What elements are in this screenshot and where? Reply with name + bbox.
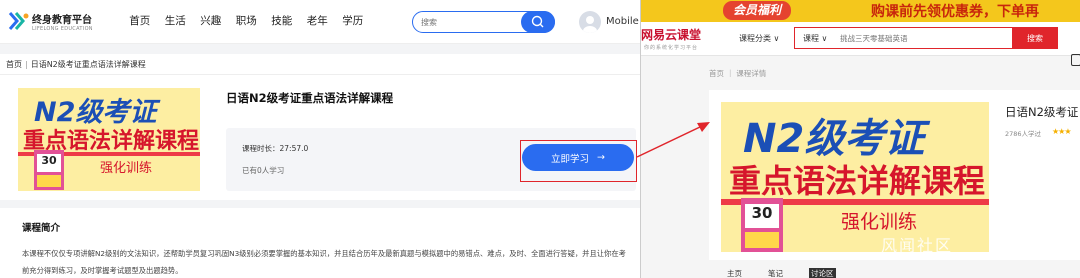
nav-item-life[interactable]: 生活 <box>158 13 194 28</box>
logo-subtitle: LIFELONG EDUCATION <box>32 26 93 32</box>
cover-main-text: 重点语法详解课程 <box>729 162 986 200</box>
nav-item-skills[interactable]: 技能 <box>264 13 300 28</box>
screenshot-composite: 终身教育平台 LIFELONG EDUCATION 首页 生活 兴趣 职场 技能… <box>0 0 1080 278</box>
search-category-select[interactable]: 课程 ∨ <box>803 33 827 44</box>
netease-course-cover: N2级考证 重点语法详解课程 强化训练 30 <box>721 102 989 252</box>
intro-heading: 课程简介 <box>22 223 61 234</box>
cover-book-band <box>37 175 61 187</box>
netease-logo-subtitle: 你的系统化学习平台 <box>644 45 699 51</box>
netease-search-button[interactable]: 搜索 <box>1012 27 1058 49</box>
user-name[interactable]: Mobile <box>606 16 639 27</box>
breadcrumb: 首页 | 日语N2级考证重点语法详解课程 <box>6 59 146 70</box>
course-duration: 课程时长：27:57.0 <box>242 144 309 153</box>
nav-item-degree[interactable]: 学历 <box>335 13 371 28</box>
promo-text: 购课前先领优惠券，下单再 <box>871 4 1039 20</box>
netease-learner-count: 2786人学过 <box>1005 130 1042 138</box>
cover-book-image: 30 <box>741 198 783 252</box>
member-benefit-badge: 会员福利 <box>723 1 792 20</box>
top-navbar: 终身教育平台 LIFELONG EDUCATION 首页 生活 兴趣 职场 技能… <box>0 0 640 44</box>
highlight-box <box>520 140 637 182</box>
promo-banner[interactable]: 会员福利 购课前先领优惠券，下单再 <box>641 0 1080 22</box>
logo-title: 终身教育平台 <box>32 15 92 26</box>
search-button[interactable] <box>521 11 555 33</box>
divider <box>0 74 640 75</box>
rating-stars-icon: ★★★ <box>1052 127 1071 136</box>
app-icon[interactable] <box>1071 54 1080 66</box>
avatar[interactable] <box>579 11 601 33</box>
lifelong-logo-icon <box>8 12 29 30</box>
breadcrumb-separator: | <box>25 60 28 69</box>
netease-logo[interactable]: 网易云课堂 <box>641 26 701 43</box>
nav-item-interest[interactable]: 兴趣 <box>193 13 229 28</box>
netease-search-box: 课程 ∨ 搜索 <box>794 27 1058 49</box>
learner-count: 已有0人学习 <box>242 166 285 175</box>
cover-book-band <box>745 232 779 248</box>
course-tabs: 主页 笔记 讨论区 <box>727 268 836 278</box>
section-spacer <box>0 200 640 208</box>
netease-breadcrumb: 首页 ｜ 课程详情 <box>709 69 767 78</box>
course-category-menu[interactable]: 课程分类 ∨ <box>739 33 779 44</box>
netease-header: 网易云课堂 你的系统化学习平台 课程分类 ∨ 课程 ∨ 搜索 <box>641 22 1080 66</box>
header-spacer <box>0 44 640 54</box>
cover-subtext: 强化训练 <box>841 211 918 233</box>
cover-book-image: 30 <box>34 150 64 190</box>
breadcrumb-current: 日语N2级考证重点语法详解课程 <box>30 60 146 69</box>
lifelong-education-page: 终身教育平台 LIFELONG EDUCATION 首页 生活 兴趣 职场 技能… <box>0 0 640 278</box>
main-nav: 首页 生活 兴趣 职场 技能 老年 学历 <box>122 13 371 28</box>
intro-text: 本课程不仅仅专项讲解N2级别的文法知识，还帮助学员复习巩固N3级别必须要掌握的基… <box>22 249 626 275</box>
netease-search-input[interactable] <box>840 32 1010 44</box>
user-icon <box>583 16 597 33</box>
cover-book-badge: 30 <box>745 204 779 228</box>
search-icon <box>531 15 544 28</box>
nav-item-seniors[interactable]: 老年 <box>300 13 336 28</box>
course-title: 日语N2级考证重点语法详解课程 <box>226 91 394 105</box>
cover-book-badge: 30 <box>37 154 61 172</box>
breadcrumb-home[interactable]: 首页 <box>6 60 22 69</box>
course-cover-image: N2级考证 重点语法详解课程 强化训练 30 <box>18 88 200 191</box>
search-input[interactable] <box>421 15 521 29</box>
nav-item-home[interactable]: 首页 <box>122 13 158 28</box>
watermark: 风闻社区 <box>881 236 954 255</box>
nav-item-career[interactable]: 职场 <box>229 13 265 28</box>
tab-notes[interactable]: 笔记 <box>768 268 783 278</box>
netease-course-title: 日语N2级考证 <box>1005 105 1079 119</box>
tab-discussion[interactable]: 讨论区 <box>809 268 836 278</box>
netease-cloud-classroom-page: 会员福利 购课前先领优惠券，下单再 网易云课堂 你的系统化学习平台 课程分类 ∨… <box>640 0 1080 278</box>
search-box <box>412 11 555 33</box>
cover-subtext: 强化训练 <box>100 161 153 176</box>
tab-home[interactable]: 主页 <box>727 268 742 278</box>
